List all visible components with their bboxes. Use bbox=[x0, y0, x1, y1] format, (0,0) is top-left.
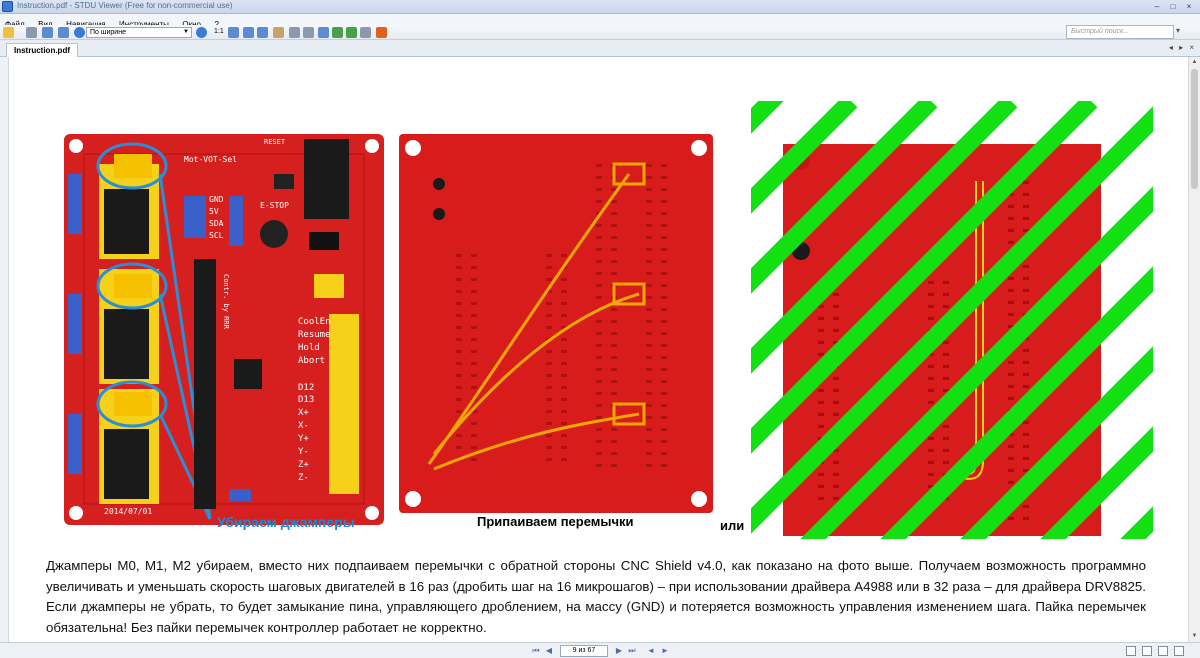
instruction-paragraph: Джамперы M0, M1, M2 убираем, вместо них … bbox=[46, 558, 1146, 635]
search-options-icon[interactable]: ▾ bbox=[1176, 26, 1180, 35]
tab-instruction-pdf[interactable]: Instruction.pdf bbox=[6, 43, 78, 57]
scroll-down-icon[interactable]: ▼ bbox=[1189, 631, 1200, 642]
label-credit: Contr. by RRR bbox=[222, 274, 230, 330]
chevron-down-icon: ▼ bbox=[183, 29, 189, 35]
actual-size-button[interactable]: 1:1 bbox=[214, 28, 224, 35]
label-z-plus: Z+ bbox=[298, 460, 309, 470]
menu-bar: Файл Вид Навигация Инструменты Окно ? bbox=[0, 14, 1200, 29]
two-page-view-icon[interactable] bbox=[58, 27, 69, 38]
zoom-select[interactable]: По ширине ▼ bbox=[86, 27, 192, 38]
label-abort: Abort bbox=[298, 356, 325, 366]
caption-solder-bridges: Припаиваем перемычки bbox=[477, 514, 634, 529]
label-mot-vot-sel: Mot-VOT-Sel bbox=[184, 155, 237, 164]
zoom-out-icon[interactable] bbox=[74, 27, 85, 38]
label-coolen: CoolEn bbox=[298, 317, 331, 327]
rotate-icon[interactable] bbox=[318, 27, 329, 38]
page-view-icon[interactable] bbox=[42, 27, 53, 38]
label-date: 2014/07/01 bbox=[104, 507, 152, 516]
label-estop: E-STOP bbox=[260, 201, 289, 210]
label-y-plus: Y+ bbox=[298, 434, 309, 444]
maximize-button[interactable]: □ bbox=[1166, 1, 1180, 12]
app-icon bbox=[2, 1, 13, 12]
window-title: Instruction.pdf - STDU Viewer (Free for … bbox=[17, 1, 233, 10]
next-page-icon[interactable]: ▶ bbox=[614, 646, 624, 656]
caption-remove-jumpers: Убираем джамперы bbox=[217, 514, 355, 530]
print-icon[interactable] bbox=[26, 27, 37, 38]
scroll-thumb[interactable] bbox=[1191, 69, 1198, 189]
minimize-button[interactable]: – bbox=[1150, 1, 1164, 12]
cnc-shield-front-photo: Mot-VOT-Sel RESET E-STOP GND 5V SDA SCL … bbox=[64, 134, 384, 525]
caption-or: или bbox=[720, 518, 745, 533]
zoom-select-value: По ширине bbox=[90, 29, 126, 36]
toolbar: По ширине ▼ 1:1 bbox=[0, 25, 1200, 40]
bookmark-icon[interactable] bbox=[376, 27, 387, 38]
continuous-mode-icon[interactable] bbox=[1142, 646, 1152, 656]
close-button[interactable]: × bbox=[1182, 1, 1196, 12]
label-5v: 5V bbox=[209, 207, 219, 216]
continuous-facing-mode-icon[interactable] bbox=[1174, 646, 1184, 656]
fit-height-icon[interactable] bbox=[257, 27, 268, 38]
label-sda: SDA bbox=[209, 219, 224, 228]
fit-page-icon[interactable] bbox=[228, 27, 239, 38]
facing-mode-icon[interactable] bbox=[1158, 646, 1168, 656]
hand-tool-icon[interactable] bbox=[273, 27, 284, 38]
vertical-scrollbar[interactable]: ▲ ▼ bbox=[1188, 57, 1200, 642]
cnc-shield-back-photo bbox=[399, 134, 713, 513]
label-x-minus: X- bbox=[298, 421, 309, 431]
quick-search-input[interactable]: Быстрый поиск... bbox=[1066, 25, 1174, 39]
history-back-icon[interactable]: ◄ bbox=[646, 646, 656, 656]
zoom-in-icon[interactable] bbox=[196, 27, 207, 38]
page-number-input[interactable]: 9 из 67 bbox=[560, 645, 608, 657]
side-panel-toggle[interactable] bbox=[0, 57, 9, 642]
status-bar: ⏮ ◀ 9 из 67 ▶ ⏭ ◄ ► bbox=[0, 642, 1200, 658]
label-z-minus: Z- bbox=[298, 473, 309, 483]
single-page-mode-icon[interactable] bbox=[1126, 646, 1136, 656]
last-page-icon[interactable]: ⏭ bbox=[627, 646, 637, 656]
label-resume: Resume bbox=[298, 330, 331, 340]
scroll-up-icon[interactable]: ▲ bbox=[1189, 57, 1200, 68]
label-gnd: GND bbox=[209, 195, 224, 204]
label-reset: RESET bbox=[264, 138, 286, 146]
label-x-plus: X+ bbox=[298, 408, 309, 418]
alternative-jumper-photo bbox=[751, 101, 1153, 539]
fit-width-icon[interactable] bbox=[243, 27, 254, 38]
label-hold: Hold bbox=[298, 343, 320, 353]
copy-icon[interactable] bbox=[360, 27, 371, 38]
open-folder-icon[interactable] bbox=[3, 27, 14, 38]
forward-icon[interactable] bbox=[346, 27, 357, 38]
first-page-icon[interactable]: ⏮ bbox=[531, 646, 541, 656]
history-forward-icon[interactable]: ► bbox=[660, 646, 670, 656]
prev-page-icon[interactable]: ◀ bbox=[544, 646, 554, 656]
label-scl: SCL bbox=[209, 231, 224, 240]
tab-bar: Instruction.pdf ◂ ▸ × bbox=[0, 40, 1200, 57]
select-area-icon[interactable] bbox=[303, 27, 314, 38]
title-bar: Instruction.pdf - STDU Viewer (Free for … bbox=[0, 0, 1200, 14]
select-text-icon[interactable] bbox=[289, 27, 300, 38]
tab-controls[interactable]: ◂ ▸ × bbox=[1169, 43, 1196, 52]
label-y-minus: Y- bbox=[298, 447, 309, 457]
back-icon[interactable] bbox=[332, 27, 343, 38]
label-d12: D12 bbox=[298, 383, 314, 393]
label-d13: D13 bbox=[298, 395, 314, 405]
